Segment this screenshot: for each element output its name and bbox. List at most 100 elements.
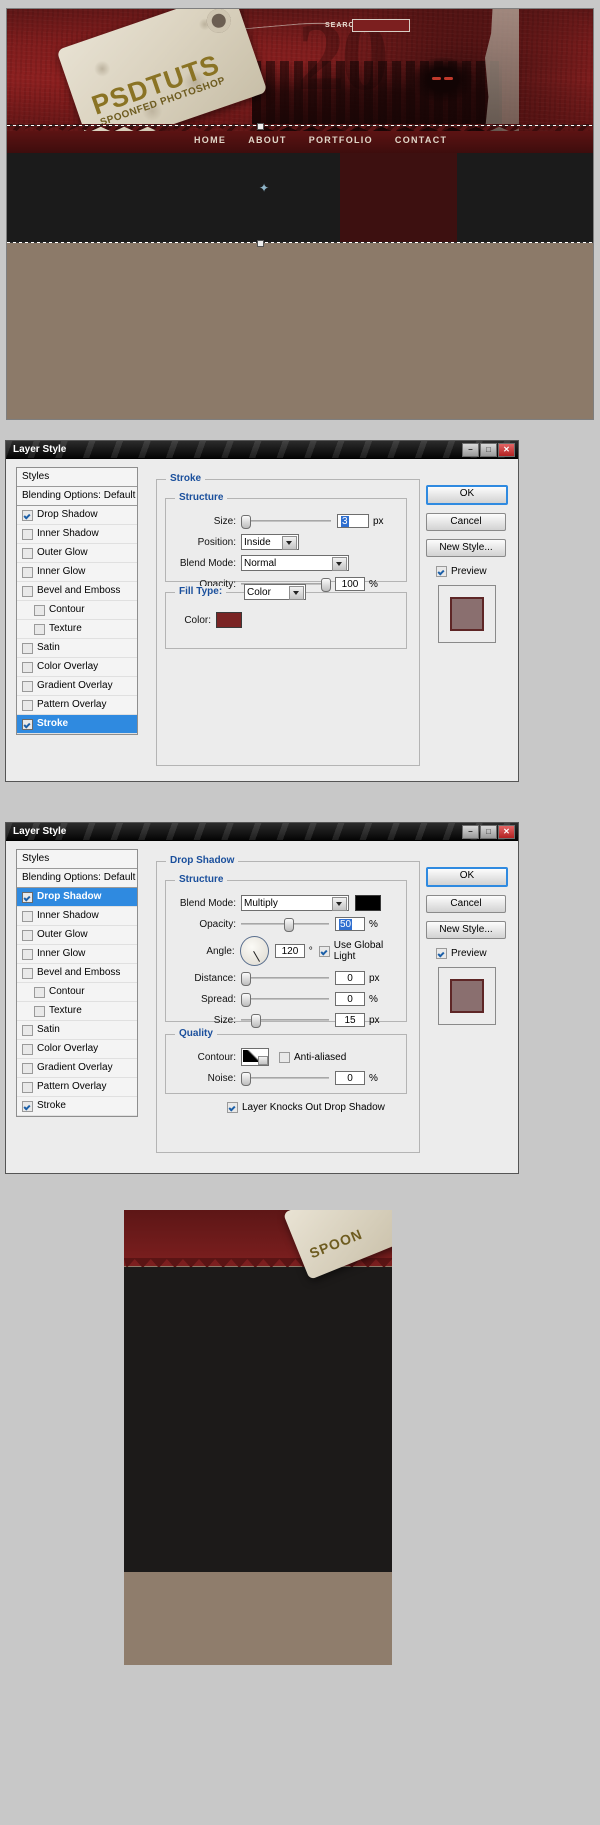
slider-knob[interactable] — [321, 578, 331, 592]
search-input[interactable] — [352, 19, 410, 32]
checkbox-icon[interactable] — [22, 1024, 33, 1036]
minimize-icon[interactable]: – — [462, 825, 479, 839]
layer-knocks-out-toggle[interactable]: Layer Knocks Out Drop Shadow — [227, 1102, 385, 1113]
styles-list-item-stroke[interactable]: Stroke — [17, 1097, 137, 1116]
checkbox-icon[interactable] — [22, 1062, 33, 1074]
ok-button[interactable]: OK — [426, 485, 508, 505]
fill-type-select[interactable]: Color — [244, 584, 306, 600]
styles-list-item-bevel-and-emboss[interactable]: Bevel and Emboss — [17, 964, 137, 983]
transform-handle-top[interactable] — [257, 123, 264, 130]
cancel-button[interactable]: Cancel — [426, 513, 506, 531]
checkbox-icon[interactable] — [22, 948, 33, 960]
chevron-down-icon[interactable] — [332, 557, 347, 571]
styles-list-item-styles[interactable]: Styles — [17, 850, 137, 869]
dialog-titlebar[interactable]: Layer Style – □ ✕ — [6, 441, 518, 459]
slider-knob[interactable] — [241, 1072, 251, 1086]
checkbox-icon[interactable] — [22, 585, 33, 597]
styles-list-item-outer-glow[interactable]: Outer Glow — [17, 926, 137, 945]
styles-list-item-satin[interactable]: Satin — [17, 1021, 137, 1040]
styles-list-item-drop-shadow[interactable]: Drop Shadow — [17, 506, 137, 525]
size-input[interactable]: 15 — [335, 1013, 365, 1027]
styles-list-item-blending-options[interactable]: Blending Options: Default — [17, 869, 137, 888]
size-input[interactable]: 3 — [337, 514, 369, 528]
preview-toggle[interactable]: Preview — [436, 948, 508, 959]
checkbox-icon[interactable] — [436, 566, 447, 577]
contour-picker[interactable] — [241, 1048, 269, 1066]
styles-list-item-texture[interactable]: Texture — [17, 620, 137, 639]
slider-knob[interactable] — [241, 993, 251, 1007]
styles-list-item-gradient-overlay[interactable]: Gradient Overlay — [17, 1059, 137, 1078]
styles-list-item-contour[interactable]: Contour — [17, 983, 137, 1002]
blend-mode-select[interactable]: Normal — [241, 555, 349, 571]
maximize-icon[interactable]: □ — [480, 825, 497, 839]
checkbox-icon[interactable] — [22, 1081, 33, 1093]
layer-style-dialog-drop-shadow[interactable]: Layer Style – □ ✕ Styles Blending Option… — [5, 822, 519, 1174]
blend-mode-select[interactable]: Multiply — [241, 895, 349, 911]
styles-list-item-pattern-overlay[interactable]: Pattern Overlay — [17, 1078, 137, 1097]
angle-dial[interactable] — [239, 936, 270, 966]
styles-list-item-contour[interactable]: Contour — [17, 601, 137, 620]
maximize-icon[interactable]: □ — [480, 443, 497, 457]
styles-list-item-pattern-overlay[interactable]: Pattern Overlay — [17, 696, 137, 715]
styles-list-item-bevel-and-emboss[interactable]: Bevel and Emboss — [17, 582, 137, 601]
slider-knob[interactable] — [251, 1014, 261, 1028]
transform-handle-bottom[interactable] — [257, 240, 264, 247]
checkbox-icon[interactable] — [318, 945, 330, 957]
spread-slider[interactable] — [241, 992, 329, 1007]
preview-toggle[interactable]: Preview — [436, 566, 508, 577]
distance-slider[interactable] — [241, 971, 329, 986]
styles-list-item-color-overlay[interactable]: Color Overlay — [17, 658, 137, 677]
styles-list-item-texture[interactable]: Texture — [17, 1002, 137, 1021]
chevron-down-icon[interactable] — [282, 536, 297, 550]
close-icon[interactable]: ✕ — [498, 443, 515, 457]
nav-item-home[interactable]: HOME — [194, 135, 226, 145]
ok-button[interactable]: OK — [426, 867, 508, 887]
styles-list-item-stroke[interactable]: Stroke — [17, 715, 137, 734]
checkbox-icon[interactable] — [22, 891, 33, 903]
chevron-down-icon[interactable] — [332, 897, 347, 911]
checkbox-icon[interactable] — [22, 910, 33, 922]
checkbox-icon[interactable] — [22, 528, 33, 540]
checkbox-icon[interactable] — [22, 509, 33, 521]
dialog-titlebar[interactable]: Layer Style – □ ✕ — [6, 823, 518, 841]
noise-input[interactable]: 0 — [335, 1071, 365, 1085]
checkbox-icon[interactable] — [436, 948, 447, 959]
nav-item-portfolio[interactable]: PORTFOLIO — [309, 135, 373, 145]
checkbox-icon[interactable] — [34, 1005, 45, 1017]
slider-knob[interactable] — [241, 515, 251, 529]
styles-list-item-color-overlay[interactable]: Color Overlay — [17, 1040, 137, 1059]
slider-knob[interactable] — [284, 918, 294, 932]
size-slider[interactable] — [241, 514, 331, 529]
checkbox-icon[interactable] — [22, 566, 33, 578]
checkbox-icon[interactable] — [34, 604, 45, 616]
chevron-down-icon[interactable] — [258, 1056, 268, 1065]
new-style-button[interactable]: New Style... — [426, 539, 506, 557]
anti-aliased-toggle[interactable]: Anti-aliased — [279, 1051, 346, 1063]
opacity-input[interactable]: 50 — [335, 917, 365, 931]
styles-list-item-inner-shadow[interactable]: Inner Shadow — [17, 907, 137, 926]
opacity-input[interactable]: 100 — [335, 577, 365, 591]
design-canvas[interactable]: 20 PSDTUTS SPOONFED PHOTOSHOP SEARCH HOM… — [6, 8, 594, 420]
checkbox-icon[interactable] — [22, 680, 33, 692]
checkbox-icon[interactable] — [22, 929, 33, 941]
distance-input[interactable]: 0 — [335, 971, 365, 985]
spread-input[interactable]: 0 — [335, 992, 365, 1006]
styles-list-item-inner-shadow[interactable]: Inner Shadow — [17, 525, 137, 544]
styles-list-item-inner-glow[interactable]: Inner Glow — [17, 563, 137, 582]
close-icon[interactable]: ✕ — [498, 825, 515, 839]
angle-input[interactable]: 120 — [275, 944, 305, 958]
styles-list-item-drop-shadow[interactable]: Drop Shadow — [17, 888, 137, 907]
stroke-color-swatch[interactable] — [216, 612, 242, 628]
styles-list-drop-shadow[interactable]: Styles Blending Options: Default Drop Sh… — [16, 849, 138, 1117]
checkbox-icon[interactable] — [22, 699, 33, 711]
use-global-light-toggle[interactable]: Use Global Light — [318, 940, 406, 962]
checkbox-icon[interactable] — [227, 1102, 238, 1113]
cancel-button[interactable]: Cancel — [426, 895, 506, 913]
chevron-down-icon[interactable] — [289, 586, 304, 600]
checkbox-icon[interactable] — [22, 642, 33, 654]
styles-list-item-blending-options[interactable]: Blending Options: Default — [17, 487, 137, 506]
slider-knob[interactable] — [241, 972, 251, 986]
styles-list-item-gradient-overlay[interactable]: Gradient Overlay — [17, 677, 137, 696]
styles-list-item-styles[interactable]: Styles — [17, 468, 137, 487]
position-select[interactable]: Inside — [241, 534, 299, 550]
